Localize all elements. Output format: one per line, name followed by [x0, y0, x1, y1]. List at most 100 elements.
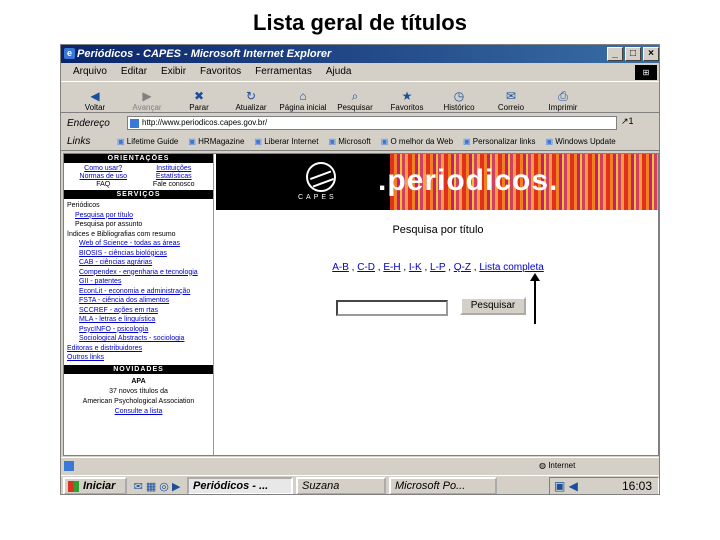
search-button[interactable]: ⌕ Pesquisar [329, 82, 381, 112]
refresh-button[interactable]: ↻ Atualizar [225, 82, 277, 112]
address-input[interactable]: http://www.periodicos.capes.gov.br/ [127, 116, 617, 130]
system-tray: ▣ ◀ 16:03 [549, 477, 659, 494]
servico-item[interactable]: Sociological Abstracts - sociologia [67, 334, 210, 344]
servico-item[interactable]: PsycINFO - psicologia [67, 325, 210, 335]
servico-item[interactable]: SCCREF - ações em rtas [67, 306, 210, 316]
back-button[interactable]: ◀ Voltar [69, 82, 121, 112]
servico-item[interactable]: GII - patentes [67, 277, 210, 287]
quick-launch-icons[interactable]: ✉ ▦ ◎ ▶ [127, 480, 187, 493]
standard-toolbar: ◀ Voltar ▶ Avançar ✖ Parar ↻ Atualizar ⌂ Pági… [61, 81, 659, 113]
servico-item[interactable]: CAB - ciências agrárias [67, 258, 210, 268]
page-status-icon [64, 461, 74, 471]
servico-item[interactable]: MLA - letras e linguística [67, 315, 210, 325]
orientacao-item[interactable]: Normas de uso [70, 173, 137, 180]
favorites-star-icon: ★ [401, 89, 413, 103]
address-url: http://www.periodicos.capes.gov.br/ [142, 118, 268, 127]
history-button[interactable]: ◷ Histórico [433, 82, 485, 112]
menu-item-editar[interactable]: Editar [121, 64, 147, 80]
windows-logo-icon: ⊞ [635, 65, 657, 80]
slide-title: Lista geral de títulos [253, 10, 467, 35]
sidebar: ORIENTAÇÕES Como usar? Instituições Normas… [64, 154, 214, 455]
letter-range-link[interactable]: Q-Z [454, 262, 471, 273]
task-powerpoint[interactable]: Microsoft Po... [389, 477, 497, 494]
mail-icon: ✉ [505, 89, 517, 103]
clock: 16:03 [621, 479, 652, 493]
novidades-line1: 37 novos títulos da [109, 387, 168, 395]
orientacoes-header: ORIENTAÇÕES [64, 154, 213, 163]
link-personalizar-links[interactable]: Personalizar links [463, 137, 536, 146]
letter-range-link[interactable]: C-D [357, 262, 375, 273]
go-button[interactable]: ↗1 [621, 116, 634, 127]
menu-item-arquivo[interactable]: Arquivo [73, 64, 107, 80]
refresh-icon: ↻ [245, 89, 257, 103]
letter-range-link[interactable]: E-H [383, 262, 400, 273]
menu-bar: Arquivo Editar Exibir Favoritos Ferramen… [61, 64, 659, 80]
menu-item-ferramentas[interactable]: Ferramentas [255, 64, 312, 80]
window-titlebar[interactable]: e Periódicos - CAPES - Microsoft Interne… [61, 45, 659, 63]
orientacao-item[interactable]: FAQ [70, 181, 137, 188]
servico-item[interactable]: Outros links [67, 353, 210, 363]
novidades-line2: American Psychological Association [82, 397, 195, 405]
link-microsoft[interactable]: Microsoft [328, 137, 370, 146]
novidades-header: NOVIDADES [64, 364, 213, 374]
task-suzana[interactable]: Suzana [296, 477, 386, 494]
address-bar: Endereço http://www.periodicos.capes.gov… [61, 114, 659, 132]
orientacoes-list: Como usar? Instituições Normas de uso Estat… [64, 163, 213, 190]
orientacao-item[interactable]: Instituições [141, 165, 208, 172]
mail-button[interactable]: ✉ Correio [485, 82, 537, 112]
servico-item: Periódicos [67, 202, 100, 209]
menu-item-favoritos[interactable]: Favoritos [200, 64, 241, 80]
minimize-button[interactable]: _ [607, 47, 623, 61]
servico-item[interactable]: Pesquisa por título [67, 211, 210, 221]
print-button[interactable]: ⎙ Imprimir [537, 82, 589, 112]
forward-button[interactable]: ▶ Avançar [121, 82, 173, 112]
servico-item[interactable]: BIOSIS - ciências biológicas [67, 249, 210, 259]
orientacao-item[interactable]: Fale conosco [141, 181, 208, 188]
link-melhor-da-web[interactable]: O melhor da Web [381, 137, 453, 146]
link-liberar-internet[interactable]: Liberar Internet [254, 137, 318, 146]
capes-logo-text: CAPES [298, 194, 337, 201]
forward-arrow-icon: ▶ [142, 89, 152, 103]
address-label: Endereço [67, 117, 110, 129]
search-icon: ⌕ [351, 89, 359, 103]
maximize-button[interactable]: □ [625, 47, 641, 61]
tray-icons[interactable]: ▣ ◀ [554, 478, 578, 494]
page-icon [130, 119, 139, 128]
task-periodicos[interactable]: Periódicos - ... [187, 477, 293, 494]
menu-item-ajuda[interactable]: Ajuda [326, 64, 352, 80]
links-bar: Links Lifetime Guide HRMagazine Liberar … [61, 133, 659, 151]
link-lifetime-guide[interactable]: Lifetime Guide [117, 137, 179, 146]
home-button[interactable]: ⌂ Página inicial [277, 82, 329, 112]
pesquisar-button[interactable]: Pesquisar [460, 297, 526, 315]
letter-range-link[interactable]: I-K [409, 262, 422, 273]
servico-item[interactable]: Editoras e distribuidores [67, 344, 210, 354]
letter-range-link[interactable]: L-P [430, 262, 445, 273]
servicos-header: SERVIÇOS [64, 190, 213, 199]
letter-range-link[interactable]: A-B [332, 262, 349, 273]
browser-screenshot: e Periódicos - CAPES - Microsoft Interne… [60, 44, 660, 495]
close-button[interactable]: × [643, 47, 659, 61]
capes-logo-icon [306, 162, 336, 192]
letter-range-links: A-B , C-D , E-H , I-K , L-P , Q-Z , List… [332, 262, 544, 273]
window-title: Periódicos - CAPES - Microsoft Internet … [77, 48, 332, 60]
servico-item[interactable]: Compendex - engenharia e tecnologia [67, 268, 210, 278]
title-search-input[interactable] [336, 300, 448, 316]
home-icon: ⌂ [299, 89, 307, 103]
orientacao-item[interactable]: Como usar? [70, 165, 137, 172]
letter-range-link[interactable]: Lista completa [479, 262, 543, 273]
orientacao-item[interactable]: Estatísticas [141, 173, 208, 180]
servico-item[interactable]: EconLit - economia e administração [67, 287, 210, 297]
status-zone: ◍ Internet [539, 461, 576, 470]
annotation-arrow [530, 273, 540, 324]
start-button[interactable]: Iniciar [63, 477, 127, 494]
servico-item[interactable]: Web of Science - todas as áreas [67, 239, 210, 249]
favorites-button[interactable]: ★ Favoritos [381, 82, 433, 112]
stop-button[interactable]: ✖ Parar [173, 82, 225, 112]
link-windows-update[interactable]: Windows Update [546, 137, 615, 146]
history-icon: ◷ [453, 89, 465, 103]
link-hrmagazine[interactable]: HRMagazine [188, 137, 244, 146]
menu-item-exibir[interactable]: Exibir [161, 64, 186, 80]
servico-item[interactable]: FSTA - ciência dos alimentos [67, 296, 210, 306]
stop-icon: ✖ [193, 89, 205, 103]
novidades-link[interactable]: Consulte a lista [64, 407, 213, 417]
